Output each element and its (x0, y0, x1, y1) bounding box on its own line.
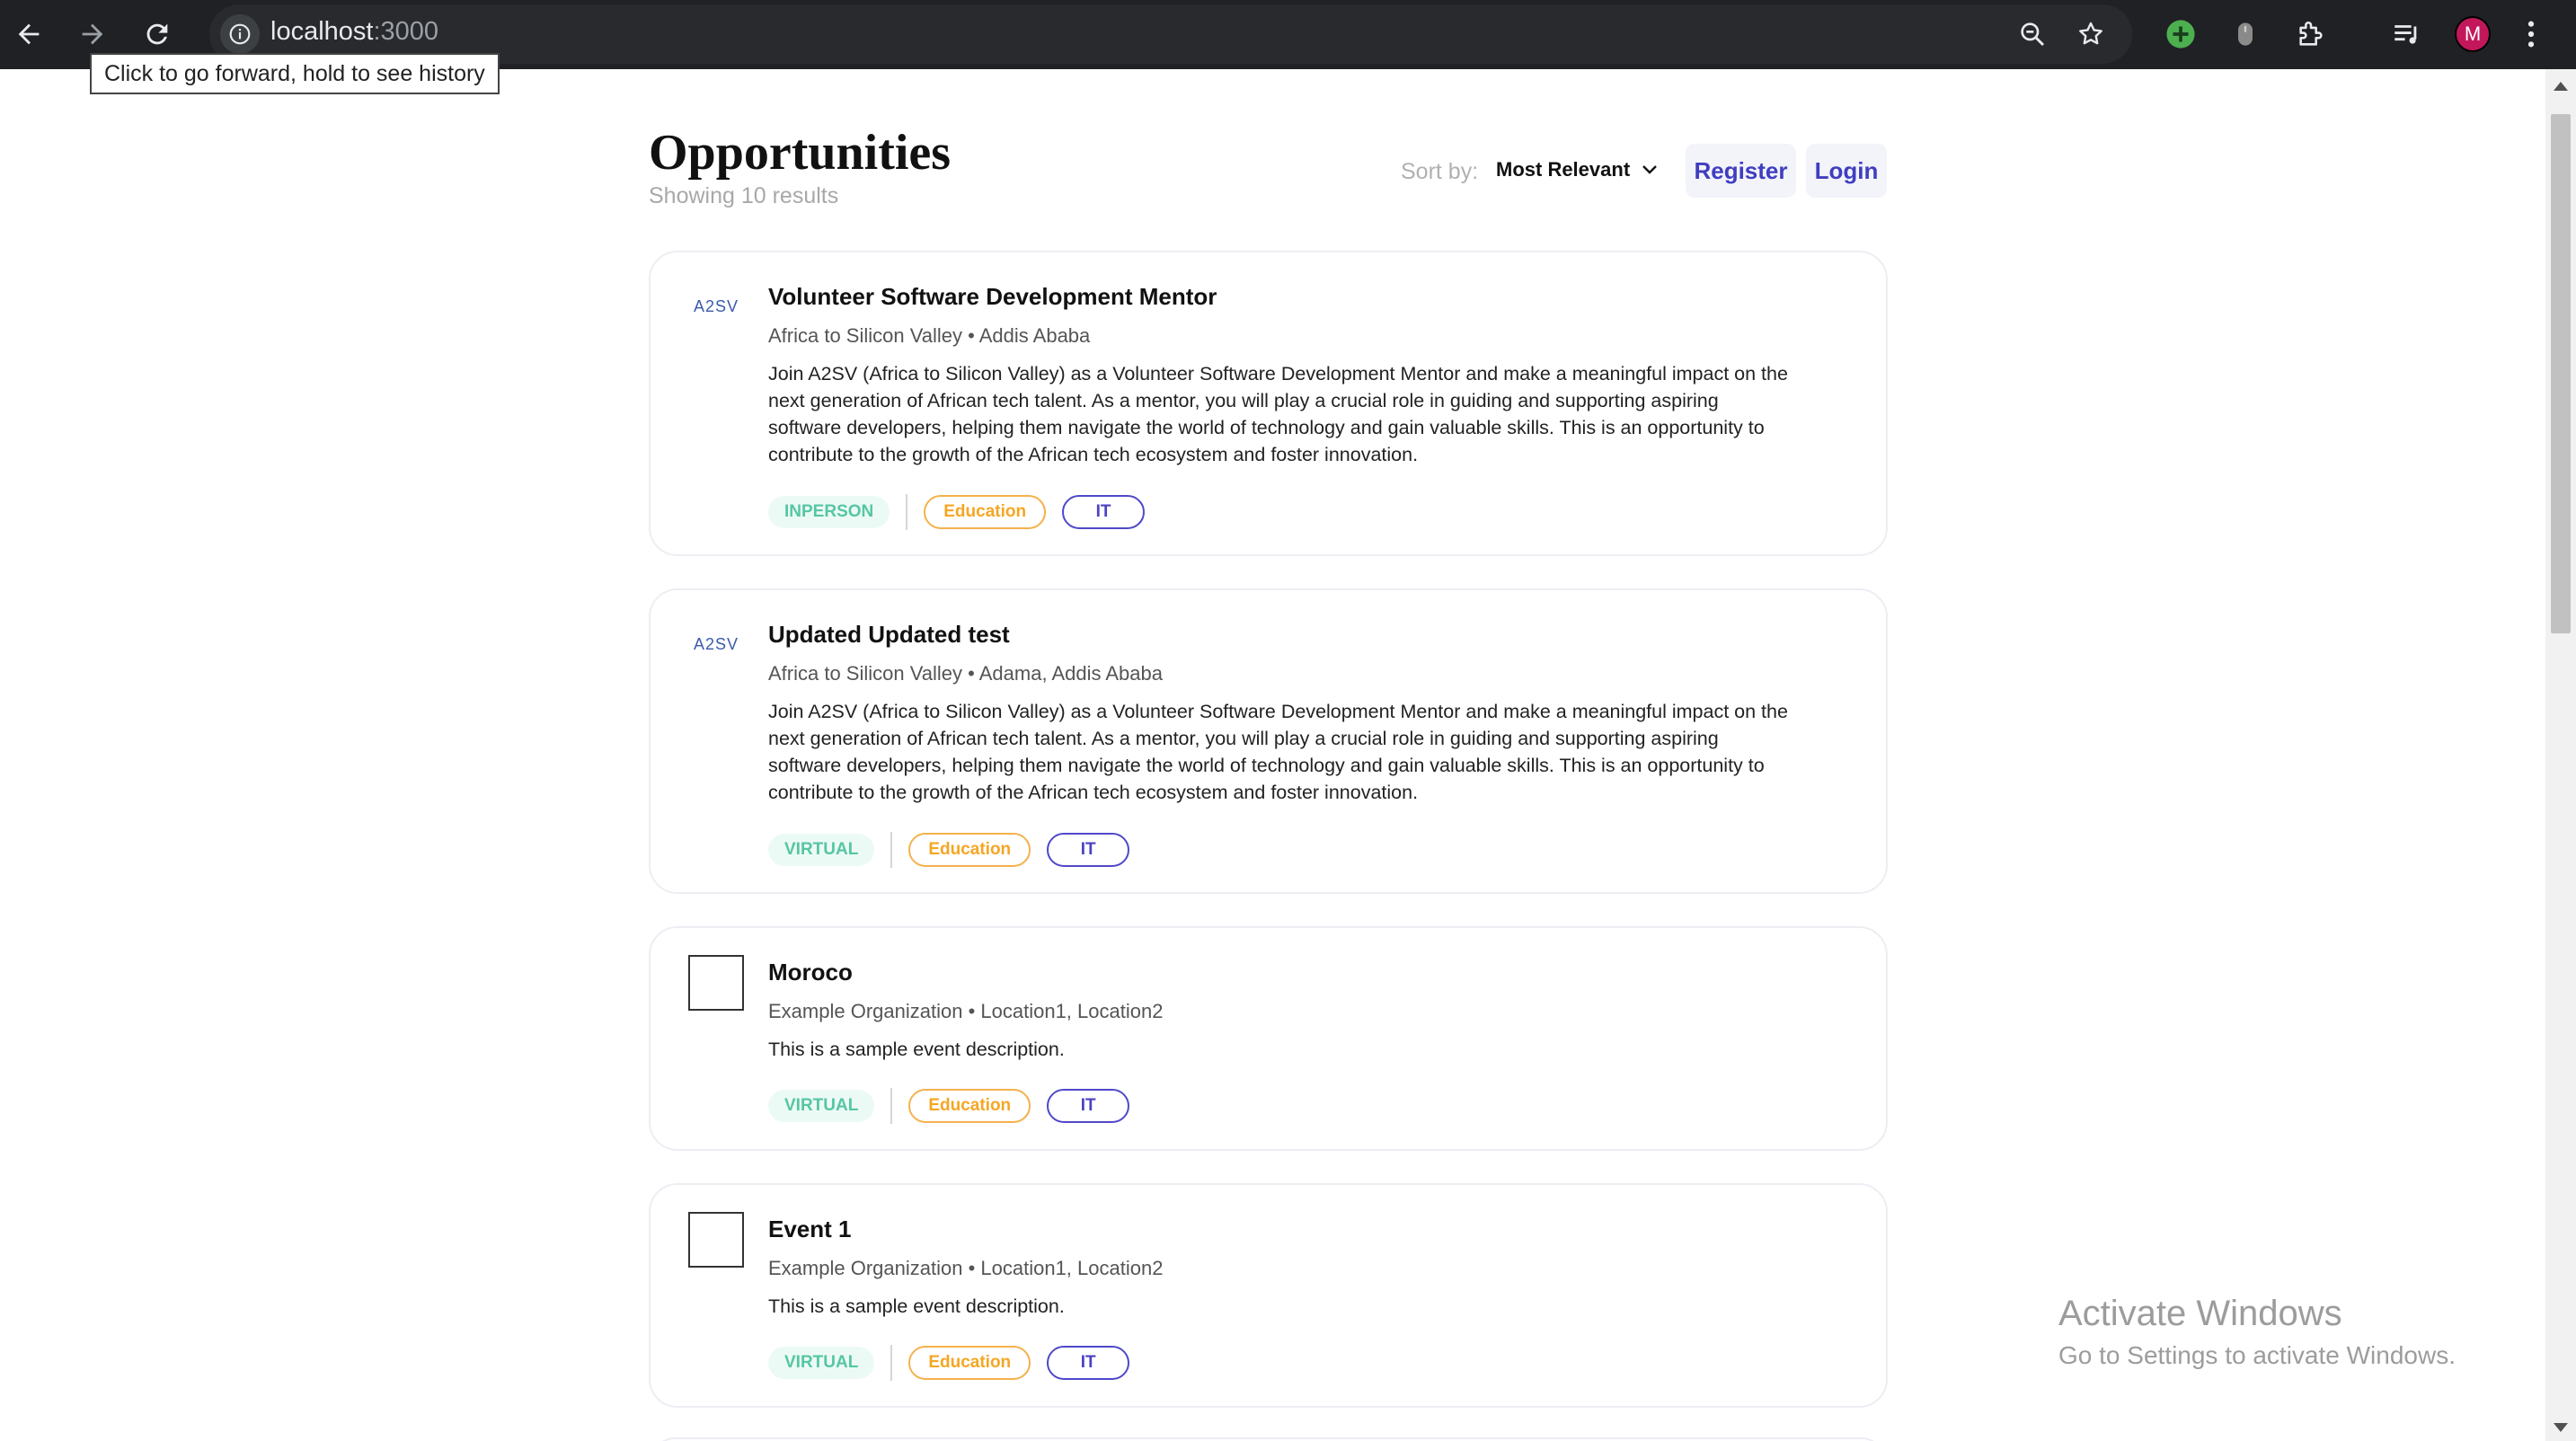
site-info-icon[interactable] (220, 14, 260, 54)
opportunity-card[interactable]: Event 1 Example Organization • Location1… (649, 1183, 1888, 1408)
mode-tag: VIRTUAL (768, 1347, 875, 1379)
arrow-right-icon (82, 23, 103, 45)
zoom-icon[interactable] (2013, 14, 2052, 54)
menu-kebab-icon[interactable] (2513, 9, 2549, 59)
organization-logo: A2SV (693, 297, 739, 315)
register-button[interactable]: Register (1686, 144, 1796, 198)
opportunity-description: Join A2SV (Africa to Silicon Valley) as … (768, 701, 1788, 803)
bookmark-star-icon[interactable] (2071, 14, 2111, 54)
tag-row: INPERSON Education IT (768, 494, 1146, 530)
mode-tag: VIRTUAL (768, 834, 875, 866)
back-button[interactable] (2, 7, 56, 61)
opportunity-title[interactable]: Moroco (768, 959, 853, 986)
url-host: localhost (270, 17, 374, 46)
category-tag: Education (908, 1346, 1031, 1380)
arrow-left-icon (18, 23, 40, 45)
windows-activation-watermark: Activate Windows Go to Settings to activ… (2058, 1294, 2456, 1370)
opportunity-description: This is a sample event description. (768, 1295, 1065, 1317)
opportunity-title[interactable]: Updated Updated test (768, 621, 1010, 649)
opportunity-meta: Africa to Silicon Valley • Adama, Addis … (768, 662, 1163, 685)
opportunity-card[interactable]: A2SV Volunteer Software Development Ment… (649, 251, 1888, 556)
organization-name: Example Organization (768, 1257, 963, 1279)
field-tag: IT (1062, 495, 1146, 529)
location: Location1, Location2 (980, 1257, 1164, 1279)
tag-row: VIRTUAL Education IT (768, 832, 1130, 868)
extensions-puzzle-icon[interactable] (2286, 9, 2336, 59)
tag-row: VIRTUAL Education IT (768, 1345, 1130, 1381)
reload-icon (146, 23, 168, 45)
organization-name: Example Organization (768, 1000, 963, 1022)
chevron-down-icon (1642, 165, 1658, 174)
profile-avatar[interactable]: M (2448, 9, 2498, 59)
field-tag: IT (1047, 1346, 1130, 1380)
broken-image-icon (688, 955, 744, 1011)
scroll-down-icon[interactable] (2554, 1423, 2568, 1432)
tag-divider (890, 1088, 893, 1124)
tag-divider (890, 1345, 893, 1381)
avatar-letter: M (2455, 16, 2491, 52)
opportunity-card[interactable]: Moroco Example Organization • Location1,… (649, 926, 1888, 1151)
category-tag: Education (924, 495, 1047, 529)
sort-label: Sort by: (1401, 159, 1479, 184)
category-tag: Education (908, 833, 1031, 867)
url-text[interactable]: localhost:3000 (270, 17, 438, 47)
opportunity-meta: Example Organization • Location1, Locati… (768, 1257, 1164, 1279)
media-playlist-icon[interactable] (2381, 9, 2431, 59)
tag-divider (890, 832, 893, 868)
location: Location1, Location2 (980, 1000, 1164, 1022)
page-scrollbar[interactable] (2545, 69, 2576, 1441)
organization-name: Africa to Silicon Valley (768, 324, 963, 347)
opportunity-meta: Example Organization • Location1, Locati… (768, 1000, 1164, 1022)
url-port: :3000 (373, 17, 439, 46)
opportunity-title[interactable]: Volunteer Software Development Mentor (768, 283, 1217, 311)
opportunity-card[interactable] (649, 1437, 1888, 1441)
tag-row: VIRTUAL Education IT (768, 1088, 1130, 1124)
opportunity-description: Join A2SV (Africa to Silicon Valley) as … (768, 363, 1788, 465)
sort-dropdown[interactable]: Most Relevant (1496, 158, 1659, 181)
field-tag: IT (1047, 1089, 1130, 1123)
mode-tag: VIRTUAL (768, 1090, 875, 1122)
broken-image-icon (688, 1212, 744, 1268)
scroll-up-icon[interactable] (2554, 82, 2568, 91)
extension-mouse-icon[interactable] (2220, 9, 2271, 59)
category-tag: Education (908, 1089, 1031, 1123)
organization-name: Africa to Silicon Valley (768, 662, 963, 685)
organization-logo: A2SV (693, 635, 739, 653)
sort-value: Most Relevant (1496, 158, 1631, 181)
opportunity-description: This is a sample event description. (768, 1039, 1065, 1060)
location: Addis Ababa (978, 324, 1091, 347)
opportunity-title[interactable]: Event 1 (768, 1216, 852, 1243)
mode-tag: INPERSON (768, 496, 890, 528)
extension-plus-icon[interactable] (2156, 9, 2206, 59)
page-title: Opportunities (649, 125, 952, 181)
scrollbar-thumb[interactable] (2551, 114, 2571, 633)
forward-tooltip: Click to go forward, hold to see history (90, 53, 500, 94)
field-tag: IT (1047, 833, 1130, 867)
watermark-subtitle: Go to Settings to activate Windows. (2058, 1341, 2456, 1369)
watermark-title: Activate Windows (2058, 1294, 2342, 1333)
opportunity-card[interactable]: A2SV Updated Updated test Africa to Sili… (649, 588, 1888, 894)
opportunity-meta: Africa to Silicon Valley • Addis Ababa (768, 324, 1091, 347)
login-button[interactable]: Login (1806, 144, 1887, 198)
results-count: Showing 10 results (649, 183, 839, 208)
location: Adama, Addis Ababa (978, 662, 1163, 685)
tag-divider (906, 494, 908, 530)
